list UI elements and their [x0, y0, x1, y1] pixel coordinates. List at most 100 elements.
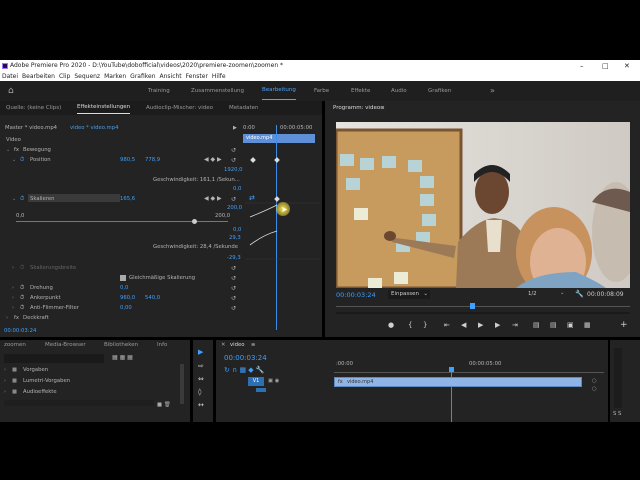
position-x-value[interactable]: 980,5 [120, 157, 135, 163]
reset-icon[interactable]: ↺ [231, 305, 236, 312]
razor-icon[interactable]: ◊ [198, 388, 201, 396]
track-select-icon[interactable]: ⇨ [198, 362, 204, 370]
keyframe-nav-icon[interactable]: ◀ ◆ ▶ [204, 156, 222, 163]
panel-menu-icon[interactable]: ≡ [380, 101, 385, 115]
rotation-value[interactable]: 0,0 [120, 285, 128, 291]
selection-tool-icon[interactable]: ▶ [198, 348, 203, 356]
menu-ansicht[interactable]: Ansicht [160, 72, 182, 81]
timeline-scroll-icon[interactable]: ○ [592, 378, 597, 384]
audio-meter-label[interactable]: S S [613, 411, 621, 417]
tab-audio-mixer[interactable]: Audioclip-Mischer: video [146, 101, 213, 115]
panel-menu-icon[interactable]: ≡ [251, 342, 255, 348]
expand-icon[interactable]: › [12, 265, 14, 271]
track-source-v1[interactable]: V1 [248, 377, 264, 386]
go-to-out-icon[interactable]: ⇥ [512, 321, 518, 329]
menu-grafiken[interactable]: Grafiken [130, 72, 155, 81]
home-icon[interactable]: ⌂ [8, 81, 14, 101]
add-button-icon[interactable]: + [620, 320, 628, 330]
workspace-zusammenstellung[interactable]: Zusammenstellung [191, 81, 244, 101]
timeline-scroll-icon[interactable]: ○ [592, 386, 597, 392]
expand-icon[interactable]: ⌄ [6, 147, 10, 153]
stopwatch-icon[interactable]: ⏱ [20, 157, 24, 164]
maximize-icon[interactable]: □ [602, 60, 609, 72]
timeline-timecode[interactable]: 00:00:03:24 [224, 354, 267, 362]
lift-icon[interactable]: ▤ [533, 321, 540, 329]
anchor-y-value[interactable]: 540,0 [145, 295, 160, 301]
track-lock-icon[interactable]: ▣ ◉ [268, 378, 279, 384]
menu-bearbeiten[interactable]: Bearbeiten [22, 72, 55, 81]
list-item[interactable]: Lumetri-Vorgaben [23, 378, 70, 384]
zoom-scroll[interactable] [336, 312, 630, 314]
resolution-select[interactable]: 1/2 [528, 291, 537, 297]
reset-icon[interactable]: ↺ [231, 275, 236, 282]
keyframe-position-start[interactable] [250, 157, 256, 163]
clip-selector[interactable]: video * video.mp4 [70, 125, 118, 131]
menu-clip[interactable]: Clip [59, 72, 70, 81]
expand-icon[interactable]: › [6, 315, 8, 321]
ec-timecode[interactable]: 00:00:03:24 [4, 328, 36, 334]
fit-dropdown[interactable]: Einpassen ⌄ [388, 290, 430, 299]
timeline-playhead-handle[interactable] [449, 367, 454, 372]
list-item[interactable]: Audioeffekte [23, 389, 57, 395]
timeline-tools-icon[interactable]: ↻ ∩ ▦ ◆ 🔧 [224, 366, 265, 374]
tab-metadata[interactable]: Metadaten [229, 101, 259, 115]
expand-icon[interactable]: › [4, 378, 6, 384]
keyframe-nav-icon[interactable]: ◀ ◆ ▶ [204, 195, 222, 202]
menu-marken[interactable]: Marken [104, 72, 126, 81]
track-target[interactable] [256, 388, 266, 392]
tab-source[interactable]: Quelle: (keine Clips) [6, 101, 61, 115]
compare-icon[interactable]: ▦ [584, 321, 591, 329]
slip-icon[interactable]: ↔ [198, 401, 204, 409]
stopwatch-icon[interactable]: ⏱ [20, 285, 24, 292]
workspace-bearbeitung[interactable]: Bearbeitung [262, 81, 296, 100]
tab-libraries[interactable]: Bibliotheken [104, 340, 138, 351]
anchor-x-value[interactable]: 960,0 [120, 295, 135, 301]
ripple-edit-icon[interactable]: ⇔ [198, 375, 204, 383]
scrollbar[interactable] [180, 364, 184, 404]
camera-icon[interactable]: ▣ [567, 321, 574, 329]
ec-clip-bar[interactable]: video.mp4 [243, 134, 315, 143]
out-point-icon[interactable]: } [423, 321, 427, 329]
expand-icon[interactable]: ⌄ [12, 157, 16, 163]
stopwatch-icon[interactable]: ⏱ [20, 305, 24, 312]
tab-project[interactable]: zoomen [4, 340, 26, 351]
program-title[interactable]: Programm: video [333, 101, 380, 115]
workspace-audio[interactable]: Audio [391, 81, 407, 101]
chevron-down-icon[interactable]: ⌄ [560, 290, 564, 296]
reset-icon[interactable]: ↺ [231, 157, 236, 164]
in-point-icon[interactable]: { [408, 321, 412, 329]
reset-icon[interactable]: ↺ [231, 265, 236, 272]
stopwatch-icon[interactable]: ⏱ [20, 196, 24, 203]
step-forward-icon[interactable]: ▶ [495, 321, 500, 329]
new-item-icon[interactable]: ■ 🗑 [157, 402, 170, 408]
timeline-title[interactable]: video [230, 342, 244, 348]
workspace-effekte[interactable]: Effekte [351, 81, 370, 101]
list-item[interactable]: Vorgaben [23, 367, 48, 373]
go-to-in-icon[interactable]: ⇤ [444, 321, 450, 329]
expand-icon[interactable]: › [12, 285, 14, 291]
expand-icon[interactable]: ⌄ [12, 196, 16, 202]
menu-sequenz[interactable]: Sequenz [74, 72, 100, 81]
menu-fenster[interactable]: Fenster [186, 72, 208, 81]
expand-icon[interactable]: › [4, 367, 6, 373]
expand-icon[interactable]: › [4, 389, 6, 395]
expand-icon[interactable]: › [12, 295, 14, 301]
wrench-icon[interactable]: 🔧 [575, 290, 584, 298]
timeline-ruler[interactable] [334, 372, 604, 373]
minimize-icon[interactable]: – [580, 60, 584, 72]
scale-value[interactable]: 165,6 [120, 196, 135, 202]
program-scrub-bar[interactable] [336, 306, 630, 307]
new-bin-icon[interactable]: ▦ ▦ ▦ [112, 354, 133, 361]
reset-icon[interactable]: ↺ [231, 285, 236, 292]
flicker-value[interactable]: 0,00 [120, 305, 132, 311]
workspace-grafiken[interactable]: Grafiken [428, 81, 451, 101]
reset-icon[interactable]: ↺ [231, 295, 236, 302]
reset-icon[interactable]: ↺ [231, 147, 236, 154]
uniform-scale-checkbox[interactable] [120, 275, 126, 281]
scale-slider-thumb[interactable] [192, 219, 197, 224]
marker-icon[interactable]: ● [388, 321, 394, 329]
close-icon[interactable]: ✕ [624, 60, 630, 72]
program-playhead[interactable] [470, 303, 475, 309]
play-triangle-icon[interactable]: ▶ [233, 125, 237, 131]
master-clip-label[interactable]: Master * video.mp4 [5, 125, 57, 131]
